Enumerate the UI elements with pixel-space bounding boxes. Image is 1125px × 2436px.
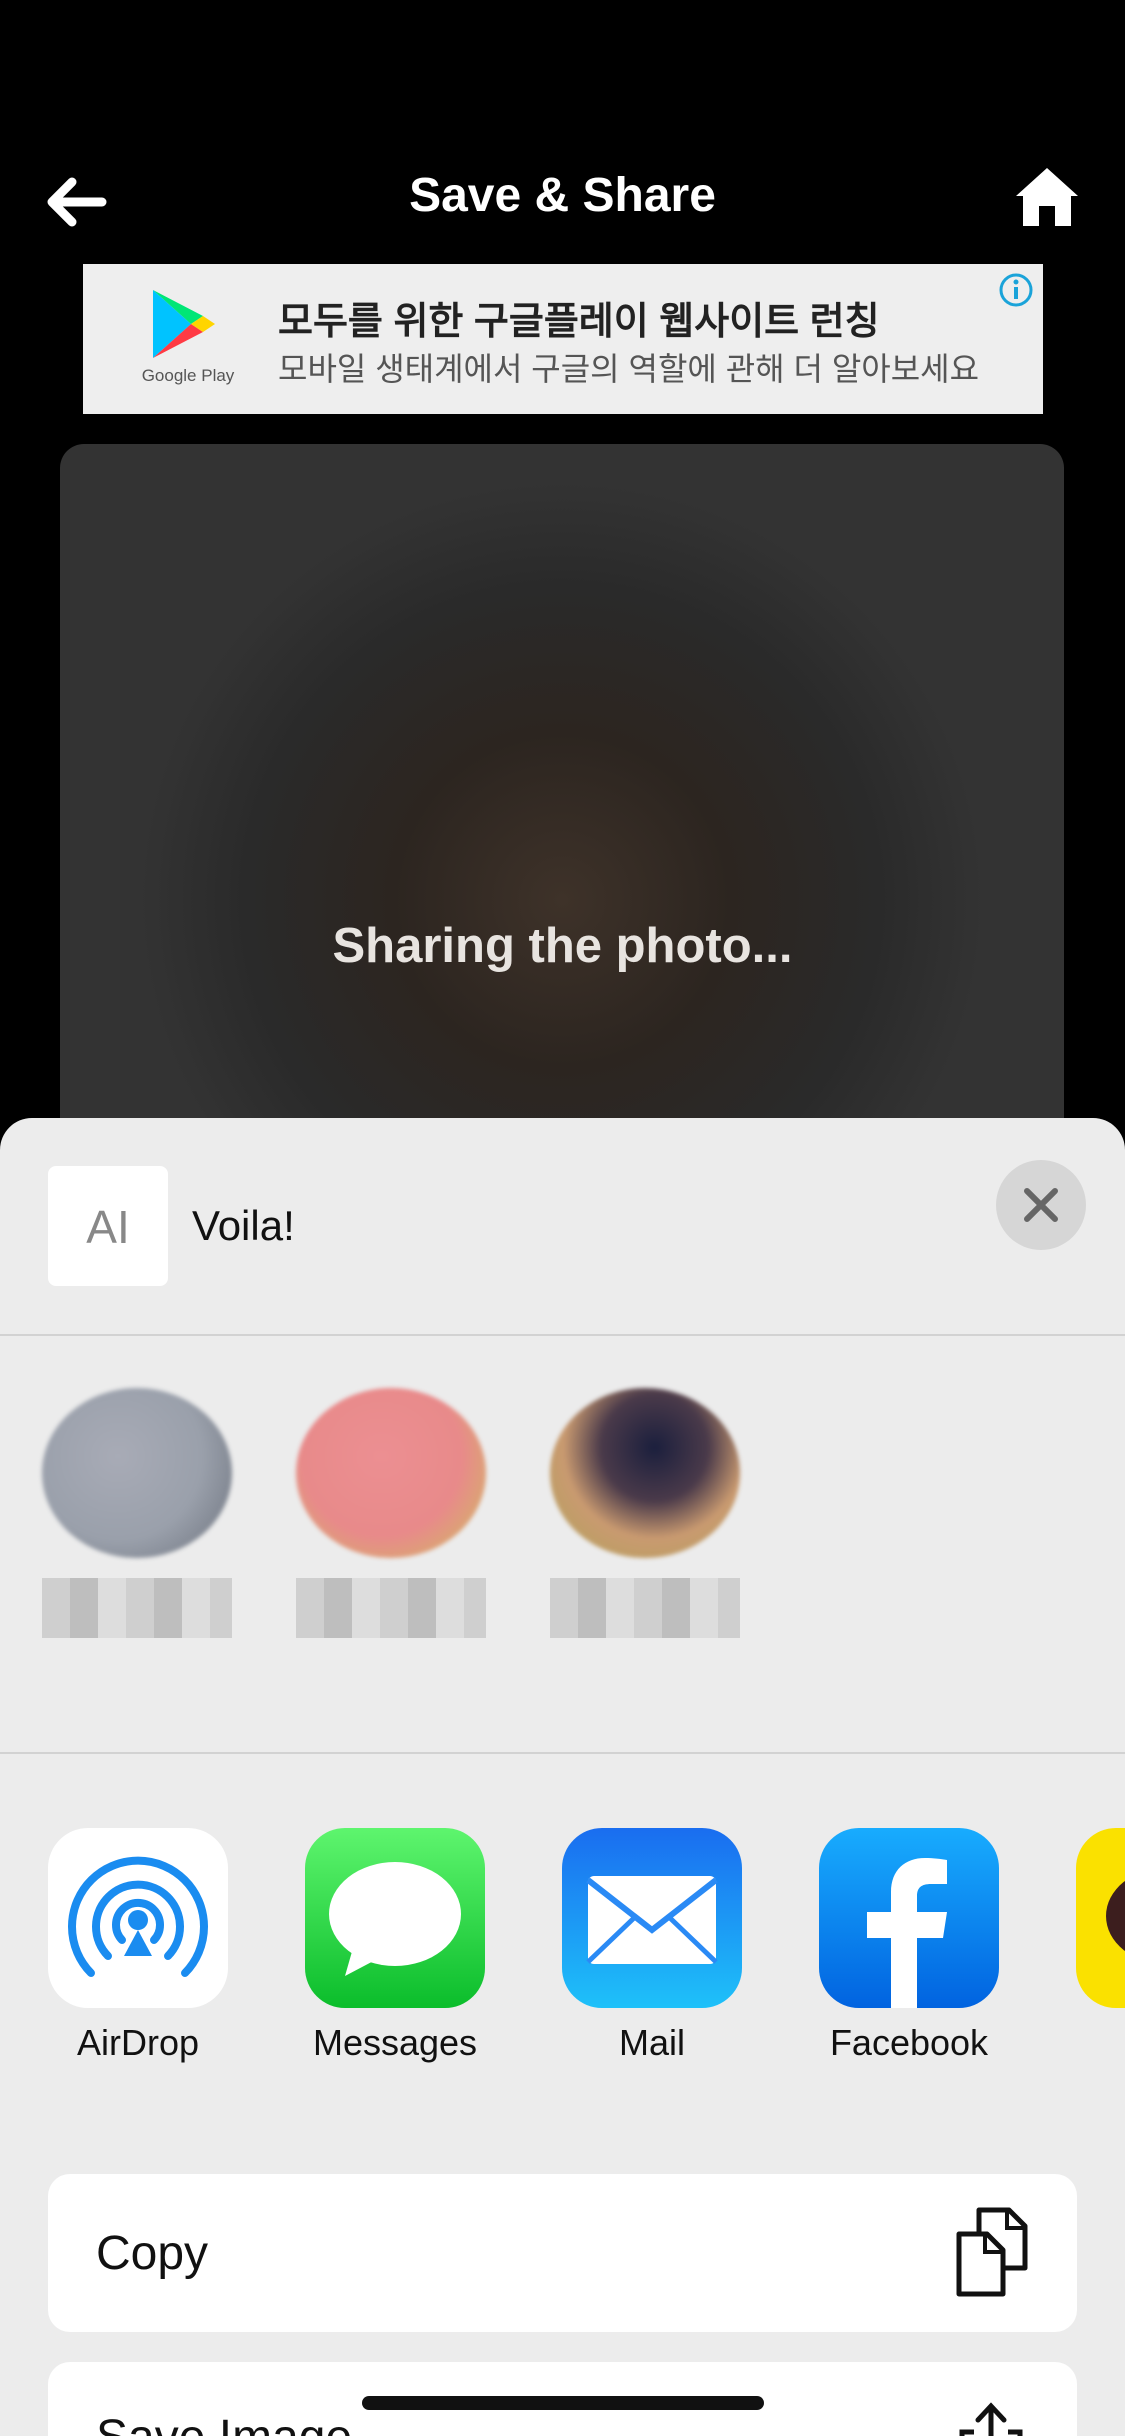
home-icon[interactable] — [1014, 164, 1080, 230]
text-glyph-icon: AI — [86, 1201, 130, 1253]
mail-icon — [586, 1876, 718, 1964]
contact-avatar — [550, 1388, 740, 1558]
kakaotalk-label: Ka — [1046, 2022, 1125, 2064]
mail-label: Mail — [618, 2022, 685, 2063]
facebook-icon — [867, 1858, 947, 2008]
contact-suggestion[interactable] — [276, 1368, 506, 1668]
copy-icon — [956, 2207, 1028, 2297]
messages-label: Messages — [312, 2022, 478, 2063]
divider — [0, 1752, 1125, 1754]
page-title: Save & Share — [409, 169, 716, 222]
ad-logo-text: Google Play — [141, 366, 235, 385]
copy-action[interactable]: Copy — [48, 2174, 1077, 2332]
share-sheet: AI Voila! AirDrop Messages Mail Facebook… — [0, 1118, 1125, 2436]
messages-icon — [329, 1862, 461, 1976]
save-image-icon — [959, 2402, 1023, 2436]
divider — [0, 1334, 1125, 1336]
info-icon[interactable] — [998, 272, 1034, 308]
mail-app[interactable] — [562, 1828, 742, 2008]
close-icon — [1024, 1188, 1058, 1222]
contact-suggestion[interactable] — [530, 1368, 760, 1668]
airdrop-app[interactable] — [48, 1828, 228, 2008]
ad-subtitle: 모바일 생태계에서 구글의 역할에 관해 더 알아보세요 — [278, 351, 980, 387]
kakaotalk-app[interactable] — [1076, 1828, 1125, 2008]
contact-avatar — [296, 1388, 486, 1558]
ad-banner[interactable]: Google Play 모두를 위한 구글플레이 웹사이트 런칭 모바일 생태계… — [83, 264, 1043, 414]
contact-name — [42, 1578, 232, 1638]
contact-suggestion[interactable] — [22, 1368, 252, 1668]
airdrop-label: AirDrop — [76, 2022, 200, 2063]
messages-app[interactable] — [305, 1828, 485, 2008]
home-indicator[interactable] — [362, 2396, 764, 2410]
kakaotalk-icon — [1106, 1880, 1125, 1952]
facebook-label: Facebook — [829, 2022, 989, 2063]
contact-avatar — [42, 1388, 232, 1558]
share-title: Voila! — [192, 1202, 295, 1249]
share-preview-thumbnail: AI — [48, 1166, 168, 1286]
facebook-app[interactable] — [819, 1828, 999, 2008]
close-button[interactable] — [996, 1160, 1086, 1250]
contact-name — [296, 1578, 486, 1638]
airdrop-icon — [68, 1856, 208, 1977]
google-play-logo-icon — [153, 290, 215, 358]
photo-preview — [60, 444, 1064, 1204]
sharing-status-text: Sharing the photo... — [332, 919, 793, 973]
ad-title: 모두를 위한 구글플레이 웹사이트 런칭 — [278, 301, 880, 343]
save-image-label: Save Image — [96, 2410, 352, 2436]
contact-name — [550, 1578, 740, 1638]
copy-label: Copy — [96, 2227, 209, 2280]
